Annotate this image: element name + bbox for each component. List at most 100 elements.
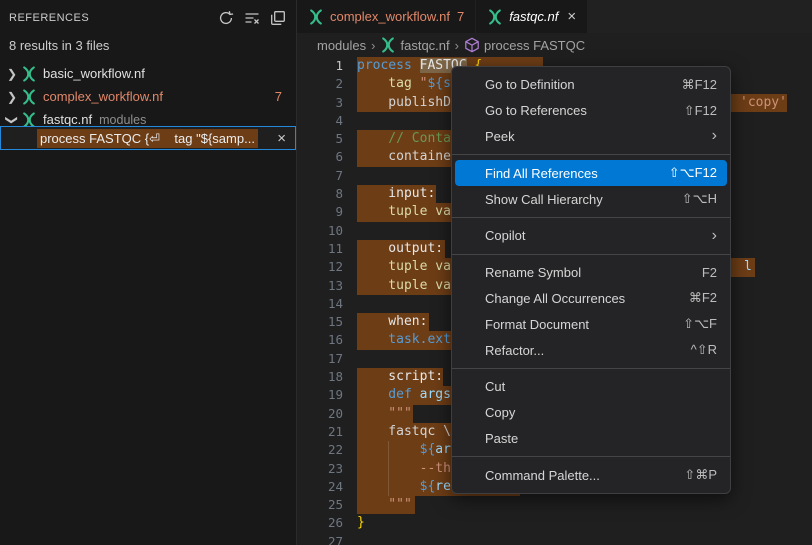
- code-token: --th: [357, 461, 451, 476]
- line-number: 5: [297, 130, 343, 148]
- line-number: 25: [297, 496, 343, 514]
- tab-complex-workflow[interactable]: complex_workflow.nf 7: [297, 0, 475, 33]
- collapse-all-icon[interactable]: [270, 10, 286, 26]
- menu-item-shortcut: ⌘F12: [682, 77, 717, 93]
- menu-separator: [452, 254, 730, 255]
- line-number: 14: [297, 295, 343, 313]
- code-token: ${s: [427, 76, 450, 91]
- references-panel-header: REFERENCES: [0, 0, 296, 35]
- menu-item-rename-symbol[interactable]: Rename Symbol F2: [452, 260, 730, 286]
- vscode-window: REFERENCES 8 results in 3 files ❯ basic_…: [0, 0, 812, 545]
- tab-badge: 7: [457, 9, 464, 24]
- close-tab-icon[interactable]: ×: [567, 9, 576, 24]
- line-number: 26: [297, 514, 343, 532]
- menu-item-cut[interactable]: Cut: [452, 374, 730, 400]
- dismiss-result-icon[interactable]: ×: [277, 131, 286, 146]
- references-panel: REFERENCES 8 results in 3 files ❯ basic_…: [0, 0, 297, 545]
- menu-item-label: Rename Symbol: [485, 265, 690, 280]
- menu-item-label: Copilot: [485, 228, 700, 243]
- menu-item-shortcut: ⇧⌥F12: [669, 165, 717, 181]
- menu-separator: [452, 154, 730, 155]
- clear-all-icon[interactable]: [244, 10, 260, 26]
- file-row-complex-workflow[interactable]: ❯ complex_workflow.nf 7: [0, 85, 296, 108]
- menu-item-peek[interactable]: Peek›: [452, 124, 730, 150]
- menu-item-go-to-references[interactable]: Go to References⇧F12: [452, 98, 730, 124]
- panel-actions: [218, 10, 286, 26]
- nextflow-file-icon: [21, 66, 37, 82]
- code-token: tag: [357, 76, 420, 91]
- nextflow-file-icon: [21, 89, 37, 105]
- file-name: fastqc.nf: [43, 112, 92, 127]
- chevron-right-icon[interactable]: ❯: [3, 68, 21, 80]
- menu-item-shortcut: F2: [702, 265, 717, 280]
- menu-item-copilot[interactable]: Copilot ›: [452, 223, 730, 249]
- code-token: tuple va: [357, 204, 451, 219]
- line-number: 13: [297, 277, 343, 295]
- menu-item-find-all-references[interactable]: Find All References⇧⌥F12: [455, 160, 727, 186]
- code-line[interactable]: 26}: [297, 514, 812, 532]
- chevron-right-icon[interactable]: ❯: [3, 91, 21, 103]
- menu-item-go-to-definition[interactable]: Go to Definition⌘F12: [452, 72, 730, 98]
- code-token: ${: [420, 479, 436, 494]
- menu-item-paste[interactable]: Paste: [452, 426, 730, 452]
- code-token: [357, 479, 420, 494]
- breadcrumb-item-symbol[interactable]: process FASTQC: [464, 37, 585, 53]
- code-token: re: [435, 479, 451, 494]
- line-number: 19: [297, 386, 343, 404]
- code-token: process: [357, 58, 420, 73]
- menu-item-shortcut: ⇧⌥H: [682, 191, 717, 207]
- code-token: fastqc \: [357, 424, 451, 439]
- breadcrumb-item-file[interactable]: fastqc.nf: [380, 37, 449, 53]
- line-number: 16: [297, 331, 343, 349]
- code-token: """: [357, 406, 412, 421]
- menu-item-label: Format Document: [485, 317, 671, 332]
- code-token: def: [357, 387, 420, 402]
- menu-item-format-document[interactable]: Format Document ⇧⌥F: [452, 311, 730, 337]
- reference-result-selected[interactable]: process FASTQC {⏎ tag "${samp... ×: [0, 126, 296, 150]
- file-name: basic_workflow.nf: [43, 66, 145, 81]
- menu-item-command-palette[interactable]: Command Palette...⇧⌘P: [452, 462, 730, 488]
- line-number: 24: [297, 478, 343, 496]
- code-token: containe: [357, 149, 451, 164]
- nextflow-file-icon: [380, 37, 396, 53]
- menu-item-shortcut: ^⇧R: [691, 342, 717, 358]
- line-number: 22: [297, 441, 343, 459]
- code-line[interactable]: 25 """: [297, 496, 812, 514]
- menu-item-change-all-occurrences[interactable]: Change All Occurrences⌘F2: [452, 286, 730, 312]
- line-number: 17: [297, 350, 343, 368]
- line-number: 1: [297, 57, 343, 75]
- code-token: [357, 442, 420, 457]
- breadcrumb-item-modules[interactable]: modules: [317, 38, 366, 53]
- line-number: 18: [297, 368, 343, 386]
- file-path-description: modules: [99, 113, 146, 127]
- code-token: args: [420, 387, 451, 402]
- menu-separator: [452, 456, 730, 457]
- code-line[interactable]: 27: [297, 533, 812, 545]
- line-content: }: [357, 514, 812, 532]
- menu-item-copy[interactable]: Copy: [452, 400, 730, 426]
- menu-separator: [452, 368, 730, 369]
- menu-item-show-call-hierarchy[interactable]: Show Call Hierarchy⇧⌥H: [452, 186, 730, 212]
- context-menu: Go to Definition⌘F12Go to References⇧F12…: [451, 66, 731, 494]
- results-summary: 8 results in 3 files: [0, 35, 296, 62]
- breadcrumb-file-label: fastqc.nf: [400, 38, 449, 53]
- file-row-basic-workflow[interactable]: ❯ basic_workflow.nf: [0, 62, 296, 85]
- menu-item-label: Change All Occurrences: [485, 291, 677, 306]
- line-number: 7: [297, 167, 343, 185]
- code-token-tail: l: [744, 258, 752, 276]
- editor-group: complex_workflow.nf 7 fastqc.nf × module…: [297, 0, 812, 545]
- reference-result-text: process FASTQC {⏎ tag "${samp...: [37, 129, 258, 148]
- code-token: output:: [357, 241, 443, 256]
- menu-item-refactor[interactable]: Refactor...^⇧R: [452, 337, 730, 363]
- code-token: 'copy': [740, 95, 787, 110]
- code-token: tuple va: [357, 278, 451, 293]
- submenu-chevron-icon: ›: [712, 228, 717, 244]
- menu-item-shortcut: ⇧⌥F: [683, 316, 717, 332]
- refresh-icon[interactable]: [218, 10, 234, 26]
- line-number: 11: [297, 240, 343, 258]
- line-number: 3: [297, 94, 343, 112]
- code-token: script:: [357, 369, 443, 384]
- code-token: task.ext: [357, 332, 451, 347]
- tab-label: complex_workflow.nf: [330, 9, 450, 24]
- tab-fastqc[interactable]: fastqc.nf ×: [476, 0, 587, 33]
